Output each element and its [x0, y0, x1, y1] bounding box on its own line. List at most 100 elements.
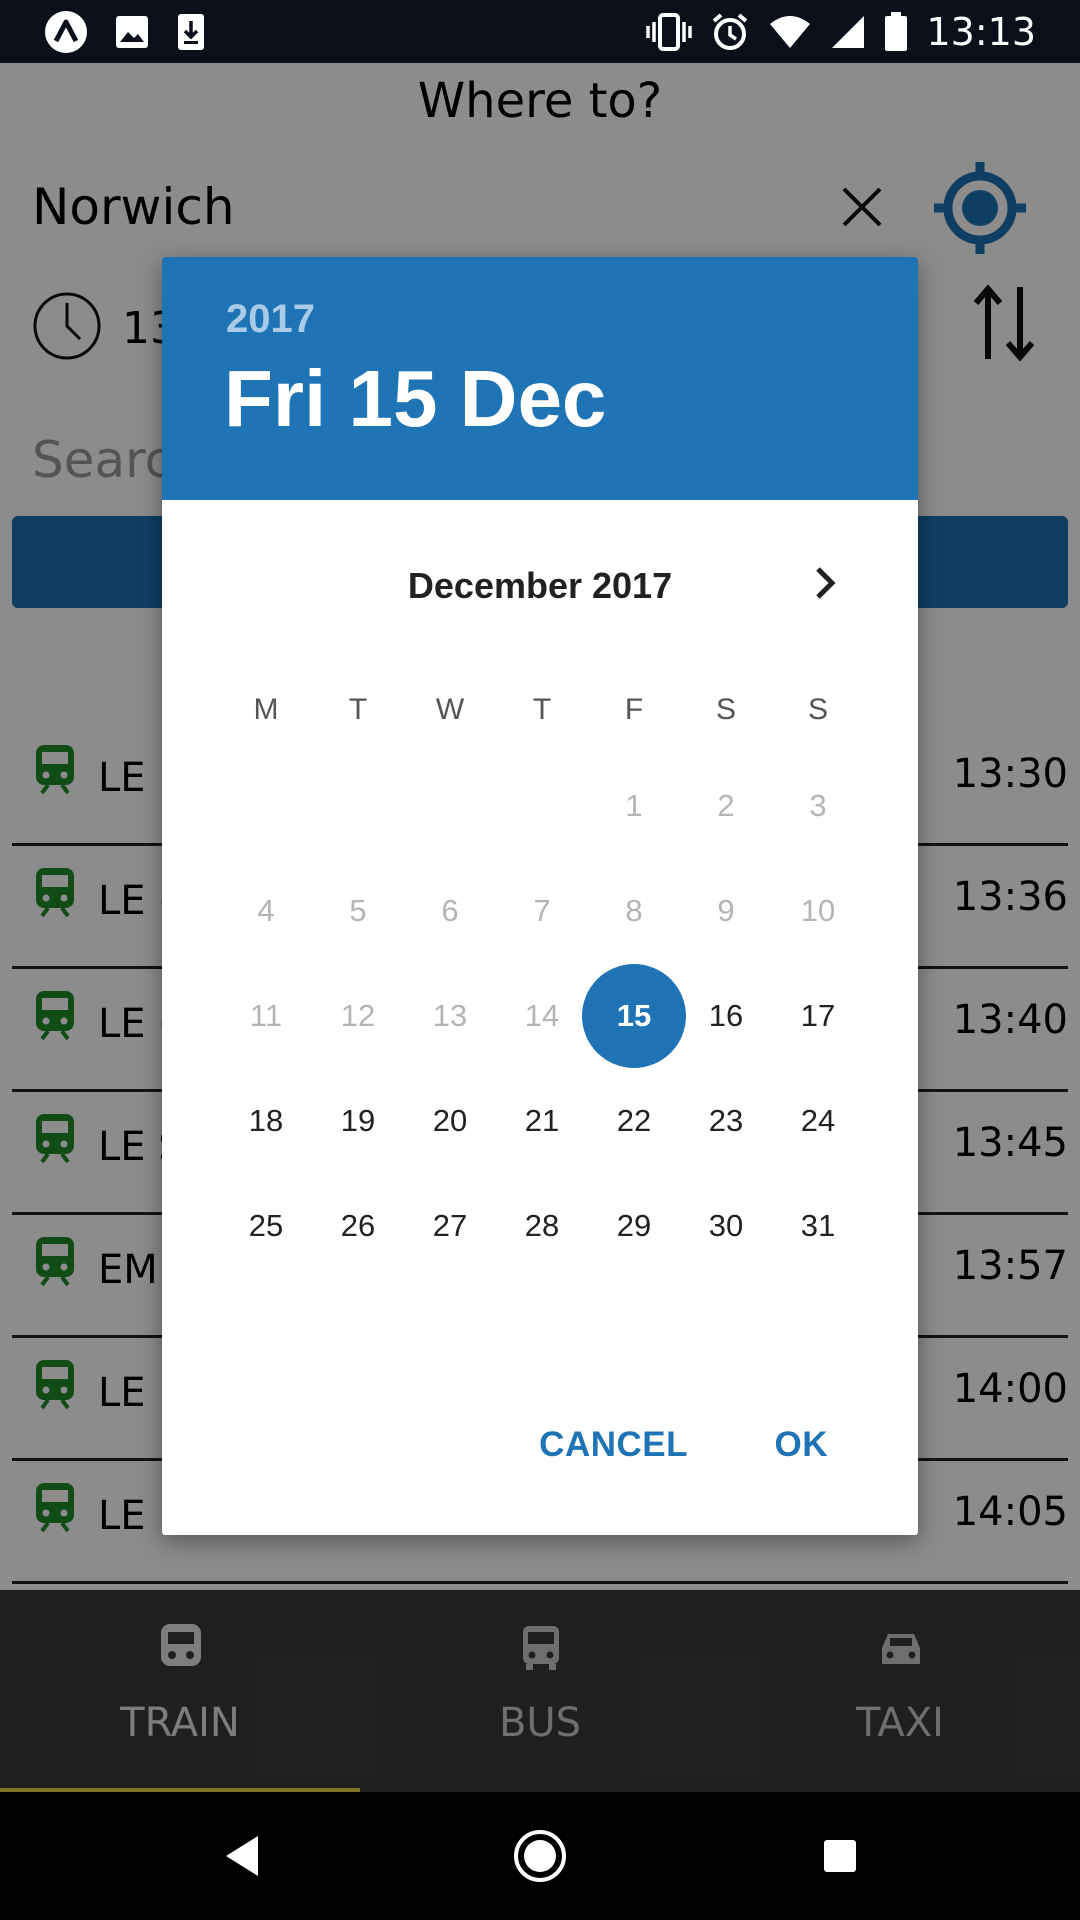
date-picker-header: 2017 Fri 15 Dec	[162, 257, 918, 500]
calendar-week: 25 26 27 28 29 30 31	[220, 1173, 864, 1278]
calendar-day: 1	[588, 753, 680, 858]
calendar-day-number: 18	[248, 1102, 284, 1138]
calendar-day-number: 5	[349, 892, 367, 928]
calendar-day-number: 28	[524, 1207, 560, 1243]
system-navigation-bar	[0, 1792, 1080, 1920]
calendar-day[interactable]: 27	[404, 1173, 496, 1278]
selected-date-label[interactable]: Fri 15 Dec	[224, 353, 606, 445]
calendar-day-number: 17	[800, 997, 836, 1033]
status-bar-right: 13:13	[646, 8, 1036, 56]
chevron-right-icon[interactable]	[800, 559, 848, 607]
weekday-label: S	[715, 693, 736, 726]
calendar-week: 1 2 3	[220, 753, 864, 858]
calendar-day: 11	[220, 963, 312, 1068]
calendar-day-number: 30	[708, 1207, 744, 1243]
calendar-day-number: 10	[800, 892, 836, 928]
calendar-day: 14	[496, 963, 588, 1068]
alarm-icon	[713, 13, 748, 50]
wifi-icon	[770, 16, 811, 48]
calendar-day-number: 15	[616, 997, 652, 1033]
calendar-day-number: 11	[249, 997, 283, 1033]
calendar-day: 5	[312, 858, 404, 963]
calendar-day[interactable]: 30	[680, 1173, 772, 1278]
weekday-label: F	[624, 693, 644, 726]
calendar-day: 4	[220, 858, 312, 963]
calendar-day[interactable]: 22	[588, 1068, 680, 1173]
calendar-day[interactable]: 16	[680, 963, 772, 1068]
calendar-day: 6	[404, 858, 496, 963]
calendar-day-number: 7	[533, 892, 551, 928]
calendar-day-number: 27	[432, 1207, 468, 1243]
calendar-day: 10	[772, 858, 864, 963]
calendar-day-number: 20	[432, 1102, 468, 1138]
download-icon	[178, 14, 204, 50]
calendar-week: 11 12 13 14 15 16 17	[220, 963, 864, 1068]
calendar-day[interactable]: 20	[404, 1068, 496, 1173]
calendar-day-number: 13	[432, 997, 468, 1033]
weekday-label: S	[807, 693, 828, 726]
status-bar-left	[44, 8, 206, 56]
calendar-day-selected[interactable]: 15	[582, 963, 686, 1068]
weekday-label: T	[348, 693, 368, 726]
calendar-day-number: 14	[524, 997, 560, 1033]
calendar-grid: 1 2 3 4 5 6 7 8 9 10 11 12 13 14 15 16 17 18 19 20 21 22 23 24 2…	[220, 753, 864, 1278]
calendar-day[interactable]: 29	[588, 1173, 680, 1278]
image-icon	[116, 16, 148, 48]
calendar-day[interactable]: 28	[496, 1173, 588, 1278]
calendar-day: 7	[496, 858, 588, 963]
calendar-day[interactable]: 25	[220, 1173, 312, 1278]
calendar-day-number: 19	[340, 1102, 376, 1138]
calendar-day-number: 9	[717, 892, 735, 928]
calendar-day[interactable]: 19	[312, 1068, 404, 1173]
calendar-day-number: 21	[524, 1102, 560, 1138]
calendar-week: 4 5 6 7 8 9 10	[220, 858, 864, 963]
ok-button[interactable]: OK	[775, 1425, 829, 1465]
calendar-day-number: 22	[616, 1102, 652, 1138]
cancel-button[interactable]: CANCEL	[539, 1425, 688, 1465]
calendar-day: 12	[312, 963, 404, 1068]
status-bar: 13:13	[0, 0, 1080, 63]
calendar-day[interactable]: 23	[680, 1068, 772, 1173]
calendar-day-number: 6	[441, 892, 459, 928]
app-notification-icon	[45, 11, 87, 53]
vibrate-icon	[646, 13, 693, 51]
signal-icon	[832, 16, 865, 48]
weekday-header: MTWTFSS	[220, 693, 864, 727]
calendar-day[interactable]: 31	[772, 1173, 864, 1278]
calendar-day-number: 16	[708, 997, 744, 1033]
back-icon[interactable]	[214, 1828, 270, 1884]
calendar-day-number: 8	[625, 892, 643, 928]
calendar-day[interactable]: 18	[220, 1068, 312, 1173]
calendar-day[interactable]: 21	[496, 1068, 588, 1173]
year-label[interactable]: 2017	[226, 297, 315, 342]
calendar-day-number: 3	[809, 787, 827, 823]
calendar-day: 8	[588, 858, 680, 963]
calendar-day: 3	[772, 753, 864, 858]
calendar-day-number: 12	[340, 997, 376, 1033]
calendar-day-number: 23	[708, 1102, 744, 1138]
status-time: 13:13	[926, 10, 1036, 54]
calendar-week: 18 19 20 21 22 23 24	[220, 1068, 864, 1173]
weekday-label: W	[435, 693, 465, 726]
calendar-day[interactable]: 17	[772, 963, 864, 1068]
weekday-label: M	[253, 693, 279, 726]
calendar-day[interactable]: 24	[772, 1068, 864, 1173]
home-icon[interactable]	[512, 1828, 568, 1884]
calendar-day: 13	[404, 963, 496, 1068]
calendar-day-number: 29	[616, 1207, 652, 1243]
battery-icon	[885, 12, 908, 51]
calendar-day-number: 2	[717, 787, 735, 823]
calendar-day-number: 4	[257, 892, 275, 928]
calendar-day-number: 24	[800, 1102, 836, 1138]
recents-icon[interactable]	[812, 1828, 868, 1884]
date-picker-dialog: 2017 Fri 15 Dec December 2017 MTWTFSS 12…	[162, 257, 918, 1535]
calendar-day-number: 26	[340, 1207, 376, 1243]
calendar-day-number: 1	[625, 787, 643, 823]
calendar-day[interactable]: 26	[312, 1173, 404, 1278]
calendar-day: 2	[680, 753, 772, 858]
calendar-day-number: 31	[800, 1207, 836, 1243]
dialog-actions: CANCEL OK	[162, 1425, 918, 1485]
calendar-day: 9	[680, 858, 772, 963]
weekday-label: T	[532, 693, 552, 726]
calendar-day-number: 25	[248, 1207, 284, 1243]
